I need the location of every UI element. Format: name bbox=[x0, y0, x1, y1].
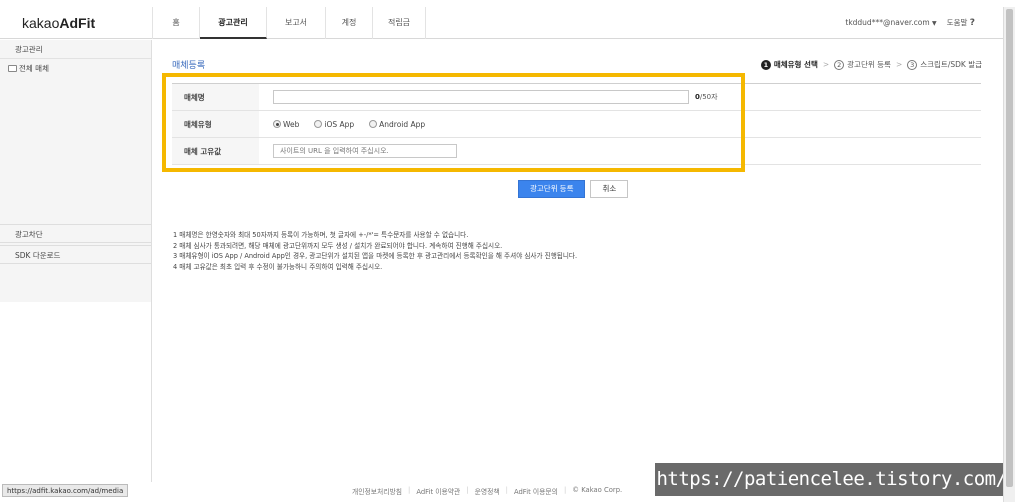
media-unique-id-label: 매체 고유값 bbox=[172, 138, 259, 164]
sidebar-item-label: 전체 매체 bbox=[19, 64, 49, 73]
status-bar-url: https://adfit.kakao.com/ad/media bbox=[2, 484, 129, 497]
step-3: 3 스크립트/SDK 발급 bbox=[907, 59, 982, 70]
top-bar: kakaoAdFit 홈 광고관리 보고서 계정 적립금 tkddud***@n… bbox=[0, 7, 1003, 39]
tab-reserve[interactable]: 적립금 bbox=[373, 7, 426, 39]
media-type-label: 매체유형 bbox=[172, 111, 259, 137]
media-unique-id-input[interactable] bbox=[273, 144, 457, 158]
chevron-right-icon: > bbox=[895, 60, 903, 69]
note-item: 4 매체 고유값은 최초 입력 후 수정이 불가능하니 주의하여 입력해 주십시… bbox=[173, 262, 383, 271]
kakao-adfit-logo[interactable]: kakaoAdFit bbox=[22, 15, 95, 31]
footer-divider: | bbox=[505, 486, 508, 494]
main-nav: 홈 광고관리 보고서 계정 적립금 bbox=[152, 7, 426, 39]
cancel-button[interactable]: 취소 bbox=[590, 180, 629, 198]
form-row-name: 매체명 0/50자 bbox=[172, 84, 981, 111]
radio-android-app[interactable]: Android App bbox=[369, 120, 425, 129]
media-name-label: 매체명 bbox=[172, 84, 259, 110]
step-label: 매체유형 선택 bbox=[773, 60, 818, 69]
user-menu[interactable]: tkddud***@naver.com ▼ bbox=[845, 7, 936, 39]
note-item: 3 매체유형이 iOS App / Android App인 경우, 광고단위가… bbox=[173, 252, 578, 260]
help-label: 도움말 bbox=[946, 18, 968, 27]
counter-max: /50자 bbox=[699, 93, 718, 101]
folder-icon bbox=[8, 65, 17, 72]
tab-ad-management[interactable]: 광고관리 bbox=[200, 7, 267, 39]
footer-divider: | bbox=[563, 486, 567, 494]
sidebar-item-all-media[interactable]: 전체 매체 bbox=[0, 59, 151, 74]
footer-divider: | bbox=[466, 486, 469, 494]
form-value bbox=[259, 138, 981, 164]
note-item: 1 매체명은 한영숫자와 최대 50자까지 등록이 가능하며, 첫 글자에 +-… bbox=[173, 231, 469, 239]
footer-link-policy[interactable]: 운영정책 bbox=[475, 486, 500, 496]
step-label: 광고단위 등록 bbox=[847, 60, 891, 69]
page-title: 매체등록 bbox=[172, 61, 206, 71]
media-name-input[interactable] bbox=[273, 90, 689, 104]
footer-link-inquiry[interactable]: AdFit 이용문의 bbox=[514, 486, 558, 496]
radio-label: Android App bbox=[379, 119, 426, 129]
radio-unchecked-icon bbox=[314, 120, 323, 128]
step-label: 스크립트/SDK 발급 bbox=[920, 60, 982, 69]
footer-link-terms[interactable]: AdFit 이용약관 bbox=[416, 486, 460, 496]
form-value: Web iOS App Android App bbox=[259, 111, 981, 137]
help-question-icon: ? bbox=[969, 18, 975, 28]
step-number: 2 bbox=[834, 60, 845, 70]
footer-link-privacy[interactable]: 개인정보처리방침 bbox=[352, 486, 402, 496]
sidebar-empty-area bbox=[0, 302, 151, 482]
logo-product: AdFit bbox=[59, 15, 96, 31]
step-number: 3 bbox=[907, 60, 918, 70]
radio-unchecked-icon bbox=[369, 120, 378, 128]
form-row-unique-id: 매체 고유값 bbox=[172, 138, 981, 165]
logo-brand: kakao bbox=[22, 15, 60, 31]
form-row-type: 매체유형 Web iOS App Android App bbox=[172, 111, 981, 138]
sidebar-header[interactable]: 광고관리 bbox=[0, 40, 151, 59]
sidebar: 광고관리 전체 매체 광고차단 SDK 다운로드 bbox=[0, 40, 152, 482]
note-item: 2 매체 심사가 통과되려면, 해당 매체에 광고단위까지 모두 생성 / 설치… bbox=[173, 241, 503, 250]
step-number: 1 bbox=[760, 60, 771, 70]
name-char-counter: 0/50자 bbox=[695, 92, 718, 102]
scrollbar-thumb[interactable] bbox=[1006, 9, 1013, 487]
step-indicator: 1 매체유형 선택 > 2 광고단위 등록 > 3 스크립트/SDK 발급 bbox=[760, 59, 982, 70]
radio-checked-icon bbox=[273, 120, 281, 128]
tab-account[interactable]: 계정 bbox=[326, 7, 373, 39]
watermark: https://patiencelee.tistory.com/ bbox=[655, 463, 1008, 496]
sidebar-item-sdk-download[interactable]: SDK 다운로드 bbox=[0, 245, 151, 264]
user-area: tkddud***@naver.com ▼ 도움말 ? bbox=[845, 7, 975, 39]
user-email: tkddud***@naver.com bbox=[845, 18, 930, 27]
caret-down-icon: ▼ bbox=[932, 20, 937, 27]
vertical-scrollbar[interactable] bbox=[1003, 7, 1015, 502]
footer-divider: | bbox=[408, 486, 411, 494]
step-2: 2 광고단위 등록 bbox=[834, 59, 891, 70]
radio-label: iOS App bbox=[324, 119, 355, 129]
register-ad-unit-button[interactable]: 광고단위 등록 bbox=[518, 180, 586, 198]
tab-home[interactable]: 홈 bbox=[153, 7, 200, 39]
radio-label: Web bbox=[283, 119, 300, 129]
form-value: 0/50자 bbox=[259, 84, 981, 110]
guide-notes: 1 매체명은 한영숫자와 최대 50자까지 등록이 가능하며, 첫 글자에 +-… bbox=[173, 230, 577, 272]
footer: 개인정보처리방침 | AdFit 이용약관 | 운영정책 | AdFit 이용문… bbox=[352, 486, 622, 496]
form-actions: 광고단위 등록 취소 bbox=[518, 180, 629, 198]
media-form: 매체명 0/50자 매체유형 Web iOS App Android App 매… bbox=[172, 83, 981, 165]
footer-copyright: © Kakao Corp. bbox=[572, 486, 623, 494]
radio-web[interactable]: Web bbox=[273, 120, 299, 129]
chevron-right-icon: > bbox=[822, 60, 830, 69]
radio-ios-app[interactable]: iOS App bbox=[314, 120, 354, 129]
step-1: 1 매체유형 선택 bbox=[760, 59, 818, 70]
tab-reports[interactable]: 보고서 bbox=[267, 7, 326, 39]
help-link[interactable]: 도움말 ? bbox=[947, 7, 975, 39]
sidebar-item-ad-block[interactable]: 광고차단 bbox=[0, 224, 151, 243]
